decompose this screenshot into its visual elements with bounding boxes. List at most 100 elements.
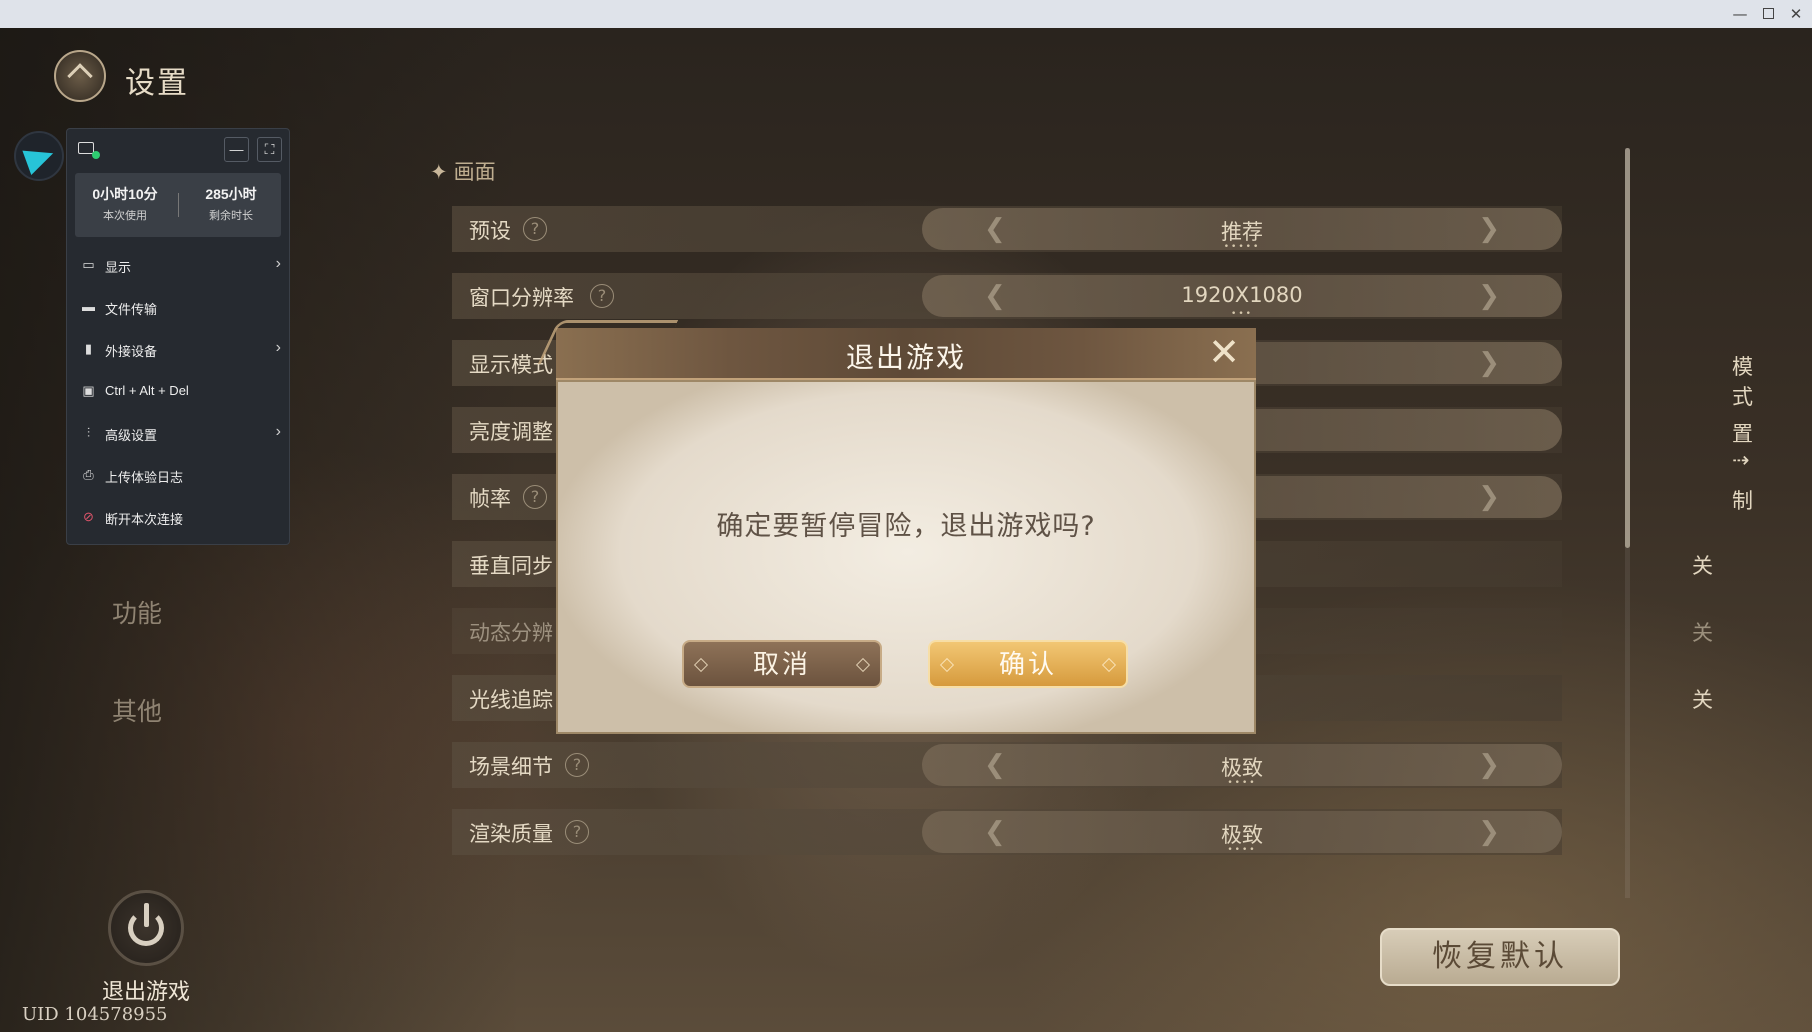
session-label: 本次使用 xyxy=(103,210,147,222)
setting-label: 预设 xyxy=(469,219,511,243)
diamond-ornament-icon xyxy=(855,657,871,673)
remaining-time-stat: 285小时 剩余时长 xyxy=(183,184,279,223)
arrow-right-icon[interactable]: ❯ xyxy=(1478,281,1500,311)
setting-label: 动态分辨 xyxy=(469,621,553,645)
chevron-right-icon: › xyxy=(275,423,281,440)
section-title: ✦ 画面 xyxy=(430,156,496,186)
cancel-button[interactable]: 取消 xyxy=(682,640,882,688)
setting-label: 帧率 xyxy=(469,487,511,511)
dialog-body: 确定要暂停冒险，退出游戏吗? 取消 确认 xyxy=(556,380,1256,734)
chevron-right-icon: › xyxy=(275,339,281,356)
category-function[interactable]: 功能 xyxy=(112,594,162,630)
setting-value: 1920X1080 xyxy=(1181,283,1303,307)
divider xyxy=(178,193,179,217)
window-titlebar: — ✕ xyxy=(0,0,1812,28)
setting-selector: ❮ 推荐 ••••• ❯ xyxy=(922,208,1562,252)
setting-value: 模式 xyxy=(1732,355,1753,409)
help-icon[interactable]: ? xyxy=(565,753,589,777)
page-title: 设置 xyxy=(125,66,189,101)
menu-item-label: 外接设备 xyxy=(105,344,158,359)
arrow-right-icon[interactable]: ❯ xyxy=(1478,214,1500,244)
setting-row-render-quality: 渲染质量 ? ❮ 极致 •••• ❯ xyxy=(452,809,1562,855)
setting-label: 垂直同步 xyxy=(469,554,553,578)
window-minimize-button[interactable]: — xyxy=(1729,3,1751,25)
menu-item-file-transfer[interactable]: ▬ 文件传输 xyxy=(67,287,291,329)
menu-item-label: Ctrl + Alt + Del xyxy=(105,383,189,398)
exit-game-label: 退出游戏 xyxy=(102,980,191,1005)
session-time: 0小时10分 xyxy=(92,186,158,202)
level-dots: •••• xyxy=(1227,845,1257,855)
menu-item-label: 显示 xyxy=(105,260,132,275)
toggle-value[interactable]: 关 xyxy=(1692,550,1713,580)
confirm-button-label: 确认 xyxy=(998,650,1057,680)
setting-label: 窗口分辨率 xyxy=(469,286,574,310)
category-other[interactable]: 其他 xyxy=(112,692,162,728)
monitor-icon: ▭ xyxy=(82,257,95,272)
setting-value: 置 ⇢ xyxy=(1732,422,1753,472)
arrow-right-icon[interactable]: ❯ xyxy=(1478,817,1500,847)
window-maximize-button[interactable] xyxy=(1757,3,1779,25)
menu-item-label: 上传体验日志 xyxy=(105,470,184,485)
toggle-value[interactable]: 关 xyxy=(1692,684,1713,714)
sliders-icon: ⫶ xyxy=(86,425,91,440)
menu-item-label: 文件传输 xyxy=(105,302,158,317)
session-usage: 0小时10分 本次使用 xyxy=(77,184,173,223)
setting-selector: ❮ 极致 •••• ❯ xyxy=(922,811,1562,855)
arrow-right-icon[interactable]: ❯ xyxy=(1478,348,1500,378)
confirm-button[interactable]: 确认 xyxy=(928,640,1128,688)
setting-label: 场景细节 xyxy=(469,755,553,779)
upload-log-icon: ⎙ xyxy=(83,467,94,482)
settings-back-button[interactable] xyxy=(54,50,106,102)
setting-label: 显示模式 xyxy=(469,353,553,377)
sparkle-icon: ✦ xyxy=(430,160,448,184)
restore-default-button[interactable]: 恢复默认 xyxy=(1380,928,1620,986)
setting-row-preset: 预设 ? ❮ 推荐 ••••• ❯ xyxy=(452,206,1562,252)
cloud-logo-icon xyxy=(22,140,58,176)
connection-status-icon xyxy=(78,142,100,159)
level-dots: •••• xyxy=(1227,778,1257,788)
back-arrow-icon xyxy=(67,63,93,89)
level-dots: ••• xyxy=(1231,309,1253,319)
help-icon[interactable]: ? xyxy=(523,217,547,241)
panel-fullscreen-button[interactable]: ⛶ xyxy=(257,137,282,162)
cloud-app-logo-button[interactable] xyxy=(14,131,64,181)
menu-item-external-devices[interactable]: ▮ 外接设备 › xyxy=(67,329,291,371)
diamond-ornament-icon xyxy=(939,657,955,673)
toggle-value: 关 xyxy=(1692,621,1713,645)
menu-item-advanced-settings[interactable]: ⫶ 高级设置 › xyxy=(67,413,291,455)
dialog-header: 退出游戏 xyxy=(537,320,1256,380)
dialog-close-button[interactable]: ✕ xyxy=(1204,332,1244,372)
exit-game-button[interactable] xyxy=(108,890,184,966)
help-icon[interactable]: ? xyxy=(565,820,589,844)
chevron-right-icon: › xyxy=(275,255,281,272)
setting-value: 制 xyxy=(1732,489,1753,513)
setting-label: 渲染质量 xyxy=(469,822,553,846)
menu-item-display[interactable]: ▭ 显示 › xyxy=(67,245,291,287)
diamond-ornament-icon xyxy=(693,657,709,673)
remaining-time: 285小时 xyxy=(205,186,257,202)
setting-selector: ❮ 1920X1080 ••• ❯ xyxy=(922,275,1562,319)
setting-row-resolution: 窗口分辨率 ? ❮ 1920X1080 ••• ❯ xyxy=(452,273,1562,319)
arrow-right-icon[interactable]: ❯ xyxy=(1478,482,1500,512)
arrow-right-icon[interactable]: ❯ xyxy=(1478,750,1500,780)
remaining-label: 剩余时长 xyxy=(209,210,253,222)
power-icon-bar xyxy=(144,903,149,927)
menu-item-ctrl-alt-del[interactable]: ▣ Ctrl + Alt + Del xyxy=(67,371,291,413)
usage-stats: 0小时10分 本次使用 285小时 剩余时长 xyxy=(75,173,281,237)
help-icon[interactable]: ? xyxy=(590,284,614,308)
scrollbar-thumb[interactable] xyxy=(1625,148,1630,548)
screen-icon: ▣ xyxy=(82,383,95,398)
window-close-button[interactable]: ✕ xyxy=(1785,3,1807,25)
setting-selector: ❮ 极致 •••• ❯ xyxy=(922,744,1562,788)
settings-scrollbar[interactable] xyxy=(1625,148,1630,898)
menu-item-label: 断开本次连接 xyxy=(105,512,184,527)
section-title-text: 画面 xyxy=(453,160,496,184)
menu-item-label: 高级设置 xyxy=(105,428,158,443)
panel-minimize-button[interactable]: — xyxy=(224,137,249,162)
uid-label: UID 104578955 xyxy=(22,1004,168,1025)
menu-item-upload-log[interactable]: ⎙ 上传体验日志 xyxy=(67,455,291,497)
dialog-title: 退出游戏 xyxy=(845,341,966,374)
help-icon[interactable]: ? xyxy=(523,485,547,509)
folder-icon: ▬ xyxy=(82,299,95,314)
menu-item-disconnect[interactable]: ⊘ 断开本次连接 xyxy=(67,497,291,539)
